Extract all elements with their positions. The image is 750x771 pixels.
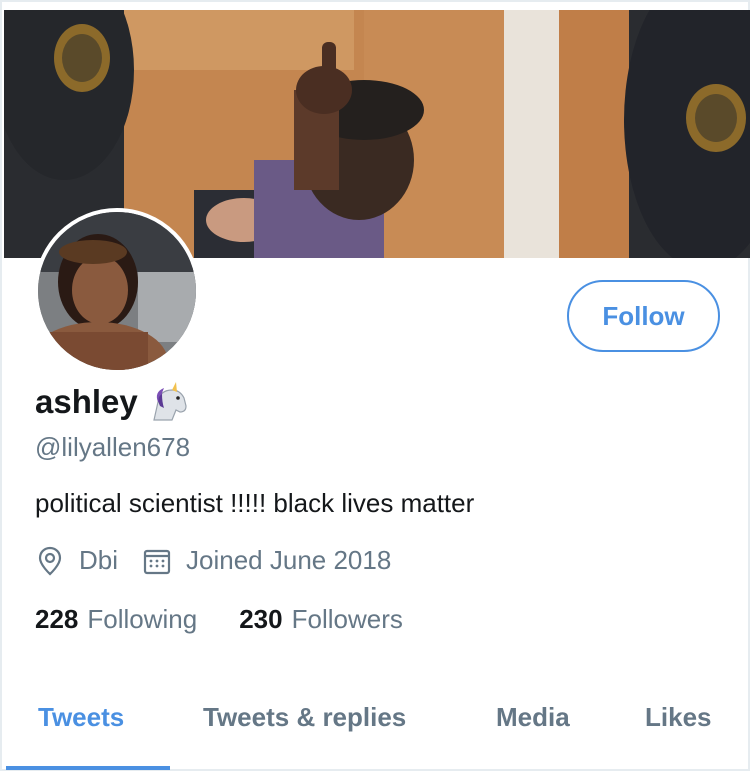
profile-avatar[interactable] [34, 208, 200, 374]
followers-label: Followers [291, 604, 403, 634]
tab-media[interactable]: Media [496, 702, 570, 733]
profile-tabs: Tweets Tweets & replies Media Likes [4, 692, 750, 771]
following-stat[interactable]: 228 Following [35, 604, 197, 635]
active-tab-indicator [6, 766, 170, 770]
follow-button[interactable]: Follow [567, 280, 720, 352]
followers-count: 230 [239, 604, 283, 634]
profile-location: Dbi [79, 545, 119, 575]
profile-stats: 228 Following 230 Followers [35, 604, 445, 635]
profile-meta: Dbi Joined June 2018 [35, 545, 415, 576]
profile-card: Follow ashley @lilyallen678 political sc… [0, 0, 750, 771]
location-pin-icon [35, 546, 65, 576]
name-row: ashley [35, 380, 190, 424]
following-label: Following [87, 604, 198, 634]
display-name: ashley [35, 383, 138, 420]
profile-handle: @lilyallen678 [35, 432, 191, 462]
tab-tweets-and-replies[interactable]: Tweets & replies [203, 702, 406, 733]
following-count: 228 [35, 604, 79, 634]
profile-joined-date: Joined June 2018 [186, 545, 392, 575]
tab-tweets[interactable]: Tweets [38, 702, 124, 733]
unicorn-icon [146, 380, 190, 424]
followers-stat[interactable]: 230 Followers [239, 604, 403, 635]
calendar-icon [142, 546, 172, 576]
profile-bio: political scientist !!!!! black lives ma… [35, 488, 475, 518]
tab-likes[interactable]: Likes [645, 702, 712, 733]
